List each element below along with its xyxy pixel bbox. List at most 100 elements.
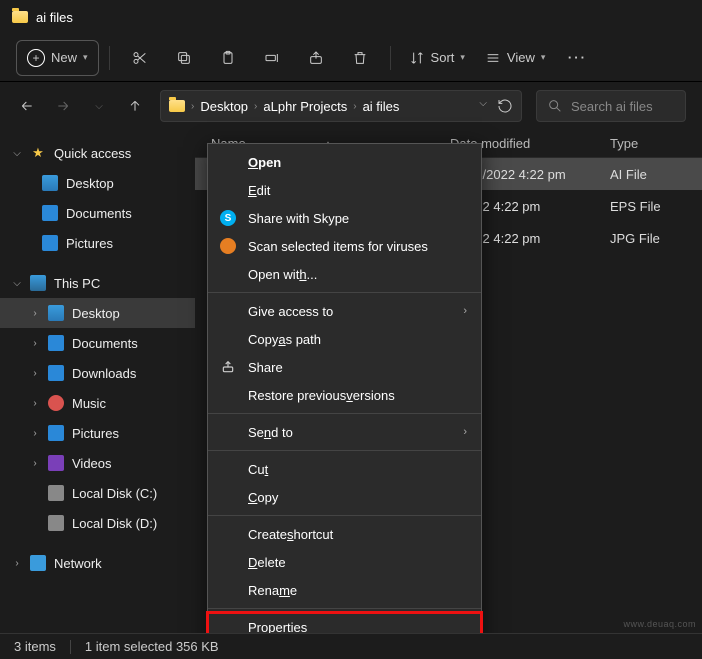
- nav-pc-disk-d[interactable]: Local Disk (D:): [0, 508, 195, 538]
- context-menu: Open Edit SShare with Skype Scan selecte…: [207, 143, 482, 646]
- status-bar: 3 items 1 item selected 356 KB: [0, 633, 702, 659]
- share-button[interactable]: [296, 40, 336, 76]
- ctx-share[interactable]: Share: [208, 353, 481, 381]
- disk-icon: [48, 485, 64, 501]
- separator: [70, 640, 71, 654]
- trash-icon: [352, 50, 368, 66]
- pc-icon: [30, 275, 46, 291]
- ctx-giveaccess[interactable]: Give access to›: [208, 297, 481, 325]
- chevron-right-icon: ›: [353, 101, 356, 112]
- separator: [208, 515, 481, 516]
- pictures-icon: [42, 235, 58, 251]
- chevron-down-icon: ▾: [83, 52, 88, 63]
- rename-icon: [264, 50, 280, 66]
- chevron-right-icon: ›: [191, 101, 194, 112]
- nav-pc-desktop[interactable]: ›Desktop: [0, 298, 195, 328]
- status-selection: 1 item selected 356 KB: [85, 639, 219, 654]
- star-icon: ★: [30, 145, 46, 161]
- paste-button[interactable]: [208, 40, 248, 76]
- new-button[interactable]: + New ▾: [16, 40, 99, 76]
- folder-icon: [12, 11, 28, 23]
- breadcrumb-item[interactable]: aLphr Projects: [263, 99, 347, 114]
- nav-pc-downloads[interactable]: ›Downloads: [0, 358, 195, 388]
- toolbar: + New ▾ Sort ▾ View ▾ ···: [0, 34, 702, 82]
- delete-button[interactable]: [340, 40, 380, 76]
- nav-pc-pictures[interactable]: ›Pictures: [0, 418, 195, 448]
- more-button[interactable]: ···: [557, 40, 597, 76]
- ctx-restore[interactable]: Restore previous versions: [208, 381, 481, 409]
- chevron-right-icon: ›: [463, 426, 467, 438]
- chevron-down-icon[interactable]: ⌵: [479, 98, 487, 114]
- nav-pc-music[interactable]: ›Music: [0, 388, 195, 418]
- scissors-icon: [132, 50, 148, 66]
- nav-row: ⌵ › Desktop › aLphr Projects › ai files …: [0, 82, 702, 130]
- nav-pc-videos[interactable]: ›Videos: [0, 448, 195, 478]
- ctx-copy[interactable]: Copy: [208, 483, 481, 511]
- ctx-edit[interactable]: Edit: [208, 176, 481, 204]
- ctx-scan[interactable]: Scan selected items for viruses: [208, 232, 481, 260]
- arrow-left-icon: [19, 98, 35, 114]
- ctx-open[interactable]: Open: [208, 148, 481, 176]
- network-icon: [30, 555, 46, 571]
- disk-icon: [48, 515, 64, 531]
- folder-icon: [169, 100, 185, 112]
- chevron-right-icon: ›: [463, 305, 467, 317]
- copy-icon: [176, 50, 192, 66]
- desktop-icon: [48, 305, 64, 321]
- separator: [208, 450, 481, 451]
- share-icon: [308, 50, 324, 66]
- search-placeholder: Search ai files: [571, 99, 653, 114]
- pictures-icon: [48, 425, 64, 441]
- search-box[interactable]: Search ai files: [536, 90, 686, 122]
- file-list: Name▴ Date modified Type PsIcon 02/04/20…: [195, 130, 702, 633]
- forward-button[interactable]: [52, 95, 74, 117]
- nav-pc-documents[interactable]: ›Documents: [0, 328, 195, 358]
- cut-button[interactable]: [120, 40, 160, 76]
- nav-pictures[interactable]: Pictures: [0, 228, 195, 258]
- nav-documents[interactable]: Documents: [0, 198, 195, 228]
- col-type[interactable]: Type: [610, 136, 692, 151]
- view-button[interactable]: View ▾: [477, 40, 553, 76]
- watermark: www.deuaq.com: [623, 619, 696, 629]
- ctx-shortcut[interactable]: Create shortcut: [208, 520, 481, 548]
- list-icon: [485, 50, 501, 66]
- desktop-icon: [42, 175, 58, 191]
- skype-icon: S: [220, 210, 236, 226]
- arrow-right-icon: [55, 98, 71, 114]
- title-bar: ai files: [0, 0, 702, 34]
- main: ⌵★Quick access Desktop Documents Picture…: [0, 130, 702, 633]
- ctx-sendto[interactable]: Send to›: [208, 418, 481, 446]
- ctx-skype[interactable]: SShare with Skype: [208, 204, 481, 232]
- separator: [208, 608, 481, 609]
- nav-tree: ⌵★Quick access Desktop Documents Picture…: [0, 130, 195, 633]
- downloads-icon: [48, 365, 64, 381]
- chevron-down-icon: ▾: [460, 52, 465, 63]
- nav-pc-disk-c[interactable]: Local Disk (C:): [0, 478, 195, 508]
- copy-button[interactable]: [164, 40, 204, 76]
- arrow-up-icon: [127, 98, 143, 114]
- ctx-openwith[interactable]: Open with...: [208, 260, 481, 288]
- ctx-delete[interactable]: Delete: [208, 548, 481, 576]
- recent-button[interactable]: ⌵: [88, 95, 110, 117]
- rename-button[interactable]: [252, 40, 292, 76]
- ctx-copypath[interactable]: Copy as path: [208, 325, 481, 353]
- music-icon: [48, 395, 64, 411]
- this-pc[interactable]: ⌵This PC: [0, 268, 195, 298]
- breadcrumb-item[interactable]: ai files: [363, 99, 400, 114]
- refresh-icon[interactable]: [497, 98, 513, 114]
- ctx-rename[interactable]: Rename: [208, 576, 481, 604]
- sort-button[interactable]: Sort ▾: [401, 40, 473, 76]
- breadcrumb-item[interactable]: Desktop: [200, 99, 248, 114]
- nav-network[interactable]: ›Network: [0, 548, 195, 578]
- separator: [109, 46, 110, 70]
- antivirus-icon: [220, 238, 236, 254]
- quick-access[interactable]: ⌵★Quick access: [0, 138, 195, 168]
- clipboard-icon: [220, 50, 236, 66]
- share-icon: [220, 359, 236, 375]
- back-button[interactable]: [16, 95, 38, 117]
- up-button[interactable]: [124, 95, 146, 117]
- address-bar[interactable]: › Desktop › aLphr Projects › ai files ⌵: [160, 90, 522, 122]
- ctx-cut[interactable]: Cut: [208, 455, 481, 483]
- nav-desktop[interactable]: Desktop: [0, 168, 195, 198]
- plus-icon: +: [27, 49, 45, 67]
